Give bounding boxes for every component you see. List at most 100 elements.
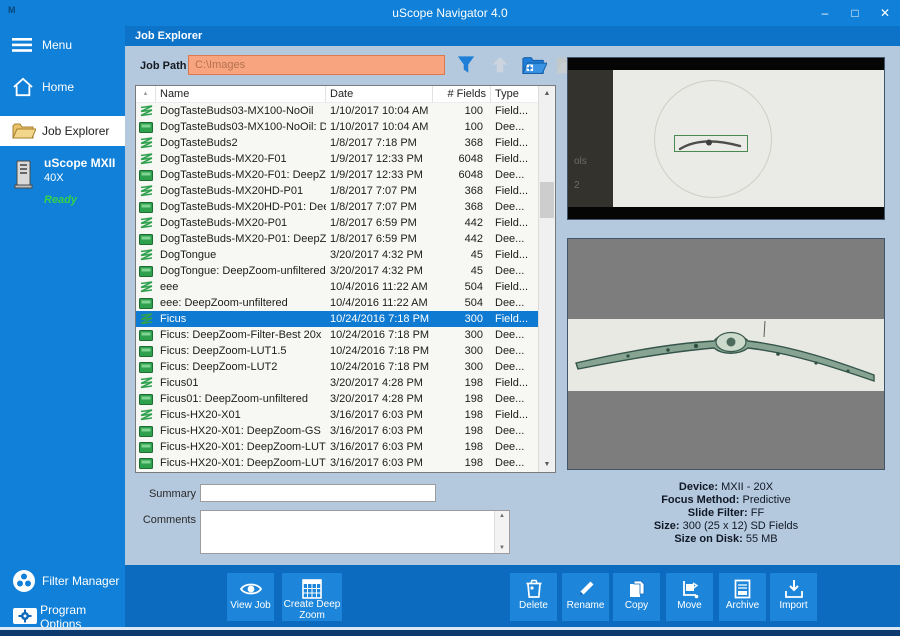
job-type: Dee... [491, 199, 538, 215]
sidebar-item-job-explorer[interactable]: Job Explorer [0, 116, 125, 146]
toolbar-button-label: Rename [567, 600, 605, 611]
minimize-button[interactable]: – [818, 6, 832, 20]
detail-label: Size on Disk: [674, 533, 742, 545]
table-row[interactable]: Ficus-HX20-X01: DeepZoom-LUT1.5-S3/16/20… [136, 439, 538, 455]
table-row[interactable]: Ficus-HX20-X013/16/2017 6:03 PM198Field.… [136, 407, 538, 423]
archive-icon [734, 578, 751, 600]
table-row[interactable]: eee: DeepZoom-unfiltered10/4/2016 11:22 … [136, 295, 538, 311]
table-row[interactable]: Ficus-HX20-X01: DeepZoom-GS3/16/2017 6:0… [136, 423, 538, 439]
job-date: 1/8/2017 7:07 PM [326, 183, 433, 199]
scrollbar-thumb[interactable] [540, 182, 554, 218]
archive-button[interactable]: Archive [719, 573, 766, 621]
table-row[interactable]: DogTongue: DeepZoom-unfiltered3/20/2017 … [136, 263, 538, 279]
table-row[interactable]: DogTasteBuds-MX20HD-P011/8/2017 7:07 PM3… [136, 183, 538, 199]
scroll-up-icon[interactable]: ▲ [495, 513, 509, 519]
summary-input[interactable] [200, 484, 436, 502]
detail-value: MXII - 20X [718, 481, 773, 493]
import-button[interactable]: Import [770, 573, 817, 621]
device-name: uScope MXII [44, 156, 115, 170]
job-name: Ficus [156, 311, 326, 327]
rename-button[interactable]: Rename [562, 573, 609, 621]
monitor-gear-icon [12, 607, 40, 627]
table-row[interactable]: Ficus-HX20-X01: DeepZoom-LUT2-S3/16/2017… [136, 455, 538, 471]
job-date: 3/16/2017 6:03 PM [326, 423, 433, 439]
deepzoom-icon [136, 455, 156, 471]
job-path-input[interactable] [188, 55, 445, 75]
copy-button[interactable]: Copy [613, 573, 660, 621]
sort-indicator-icon[interactable]: ▲ [136, 86, 156, 103]
column-header-fields[interactable]: # Fields [433, 86, 491, 103]
filter-funnel-icon[interactable] [453, 53, 479, 77]
table-row[interactable]: DogTasteBuds-MX20-P01: DeepZoom...1/8/20… [136, 231, 538, 247]
detail-label: Focus Method: [661, 494, 739, 506]
deepzoom-icon [136, 359, 156, 375]
import-icon [784, 578, 804, 600]
job-type: Dee... [491, 263, 538, 279]
table-row[interactable]: Ficus10/24/2016 7:18 PM300Field... [136, 311, 538, 327]
field-icon [136, 247, 156, 263]
job-field-count: 368 [433, 199, 491, 215]
sidebar-item-home[interactable]: Home [0, 72, 125, 102]
scroll-down-icon[interactable]: ▼ [539, 457, 555, 472]
table-row[interactable]: DogTasteBuds-MX20-F011/9/2017 12:33 PM60… [136, 151, 538, 167]
comments-textarea[interactable] [201, 511, 494, 553]
table-row[interactable]: DogTasteBuds-MX20-P011/8/2017 6:59 PM442… [136, 215, 538, 231]
job-type: Dee... [491, 119, 538, 135]
table-row[interactable]: DogTasteBuds03-MX100-NoOil1/10/2017 10:0… [136, 103, 538, 119]
deepzoom-icon [136, 199, 156, 215]
job-date: 3/20/2017 4:32 PM [326, 247, 433, 263]
table-row[interactable]: DogTasteBuds03-MX100-NoOil: Deep...1/10/… [136, 119, 538, 135]
close-button[interactable]: ✕ [878, 6, 892, 20]
job-type: Field... [491, 183, 538, 199]
sidebar-item-filter-manager[interactable]: Filter Manager [0, 566, 125, 596]
job-date: 3/16/2017 6:03 PM [326, 471, 433, 472]
comments-scrollbar[interactable]: ▲ ▼ [494, 511, 509, 553]
view-job-button[interactable]: View Job [227, 573, 274, 621]
toolbar-button-label: Create Deep Zoom [282, 599, 342, 621]
table-row[interactable]: Ficus-HX20-X01: DeepZoom-Fil...3/16/2017… [136, 471, 538, 472]
column-header-name[interactable]: Name [156, 86, 326, 103]
create-deep-zoom-button[interactable]: Create Deep Zoom [282, 573, 342, 621]
maximize-button[interactable]: □ [848, 6, 862, 20]
table-row[interactable]: Ficus013/20/2017 4:28 PM198Field... [136, 375, 538, 391]
scroll-down-icon[interactable]: ▼ [495, 545, 509, 551]
job-field-count: 198 [433, 439, 491, 455]
sidebar-item-menu[interactable]: Menu [0, 30, 125, 60]
table-row[interactable]: DogTasteBuds-MX20HD-P01: DeepZo...1/8/20… [136, 199, 538, 215]
job-type: Field... [491, 151, 538, 167]
up-folder-icon[interactable] [487, 53, 513, 77]
table-row[interactable]: DogTasteBuds-MX20-F01: DeepZoom...1/9/20… [136, 167, 538, 183]
slide-area: ols 2 [568, 70, 884, 207]
detail-value: 300 (25 x 12) SD Fields [680, 520, 799, 532]
move-button[interactable]: Move [666, 573, 713, 621]
job-date: 10/4/2016 11:22 AM [326, 279, 433, 295]
table-scrollbar[interactable]: ▲ ▼ [538, 86, 555, 472]
job-field-count: 442 [433, 231, 491, 247]
job-type: Dee... [491, 343, 538, 359]
copy-icon [628, 578, 646, 600]
job-date: 3/16/2017 6:03 PM [326, 439, 433, 455]
table-row[interactable]: DogTasteBuds21/8/2017 7:18 PM368Field... [136, 135, 538, 151]
column-header-date[interactable]: Date [326, 86, 433, 103]
job-field-count: 368 [433, 183, 491, 199]
new-folder-icon[interactable] [521, 53, 547, 77]
table-row[interactable]: DogTongue3/20/2017 4:32 PM45Field... [136, 247, 538, 263]
table-row[interactable]: Ficus: DeepZoom-LUT1.510/24/2016 7:18 PM… [136, 343, 538, 359]
column-header-type[interactable]: Type [491, 86, 538, 103]
table-row[interactable]: Ficus01: DeepZoom-unfiltered3/20/2017 4:… [136, 391, 538, 407]
job-type: Dee... [491, 439, 538, 455]
job-name: Ficus-HX20-X01: DeepZoom-LUT2-S [156, 455, 326, 471]
titlebar: M uScope Navigator 4.0 – □ ✕ [0, 0, 900, 26]
delete-button[interactable]: Delete [510, 573, 557, 621]
table-row[interactable]: eee10/4/2016 11:22 AM504Field... [136, 279, 538, 295]
job-name: Ficus: DeepZoom-LUT1.5 [156, 343, 326, 359]
job-name: Ficus-HX20-X01: DeepZoom-LUT1.5-S [156, 439, 326, 455]
job-name: DogTasteBuds-MX20-F01 [156, 151, 326, 167]
app-icon: M [8, 5, 16, 15]
detail-line: Size on Disk: 55 MB [567, 533, 885, 546]
table-row[interactable]: Ficus: DeepZoom-LUT210/24/2016 7:18 PM30… [136, 359, 538, 375]
scroll-up-icon[interactable]: ▲ [539, 86, 555, 101]
job-field-count: 6048 [433, 167, 491, 183]
comments-label: Comments [128, 514, 196, 526]
table-row[interactable]: Ficus: DeepZoom-Filter-Best 20x10/24/201… [136, 327, 538, 343]
